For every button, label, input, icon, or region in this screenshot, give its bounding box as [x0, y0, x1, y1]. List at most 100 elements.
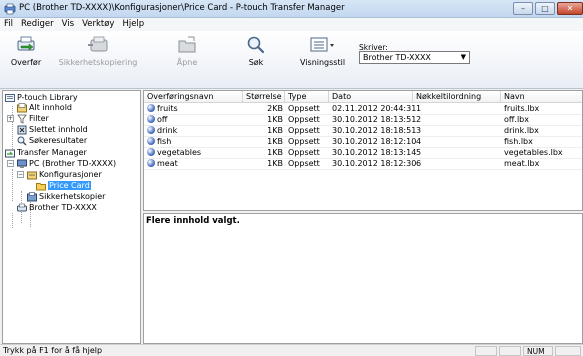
search-label: Søk	[248, 58, 264, 67]
deleted-content-icon	[17, 125, 27, 135]
filter-icon	[17, 114, 27, 124]
table-cell-text: meat	[157, 159, 178, 168]
layout-file-icon	[147, 126, 155, 134]
table-row[interactable]: meat 1KB Oppsett 30.10.2012 18:12:30 6 meat.l…	[144, 159, 582, 169]
table-cell: 1KB	[267, 148, 283, 157]
table-cell: 30.10.2012 18:13:51	[332, 115, 417, 124]
table-cell: fish.lbx	[504, 137, 533, 146]
ptouch-app-icon	[4, 3, 16, 15]
chevron-down-icon: ▼	[460, 53, 466, 61]
table-cell: Oppsett	[288, 104, 320, 113]
table-cell: 3	[416, 126, 422, 135]
printer-icon	[17, 203, 27, 213]
pc-icon	[17, 159, 27, 169]
table-cell: fish	[147, 137, 241, 146]
preview-message: Flere innhold valgt.	[146, 216, 240, 226]
menu-file[interactable]: Fil	[0, 18, 17, 29]
collapse-icon[interactable]: −	[17, 171, 24, 178]
table-cell: 30.10.2012 18:18:51	[332, 126, 417, 135]
menu-bar: Fil Rediger Vis Verktøy Hjelp	[0, 18, 583, 31]
table-cell-text: fruits	[157, 104, 178, 113]
table-cell: 5	[416, 148, 422, 157]
column-header-date[interactable]: Dato	[329, 91, 413, 103]
expand-icon[interactable]: +	[7, 115, 14, 122]
table-cell: 02.11.2012 20:44:31	[332, 104, 417, 113]
status-panel	[499, 346, 521, 356]
menu-tools[interactable]: Verktøy	[78, 18, 118, 29]
search-button[interactable]: Søk	[244, 35, 268, 67]
table-cell: Oppsett	[288, 148, 320, 157]
backup-button[interactable]: Sikkerhetskopiering	[52, 35, 144, 67]
table-cell: meat.lbx	[504, 159, 540, 168]
tree-connector	[12, 169, 13, 201]
tree-item-deleted[interactable]: Slettet innhold	[17, 124, 88, 135]
tree-item-all-content[interactable]: Alt innhold	[17, 102, 72, 113]
column-header-key-assignment[interactable]: Nøkkeltilordning	[413, 91, 501, 103]
tree-item-filter[interactable]: + Filter	[7, 113, 49, 124]
tree-connector	[12, 213, 13, 228]
table-cell: Oppsett	[288, 115, 320, 124]
table-cell-text: fish	[157, 137, 172, 146]
table-row[interactable]: drink 1KB Oppsett 30.10.2012 18:18:51 3 drink…	[144, 126, 582, 136]
tree-item-price-card[interactable]: Price Card	[36, 180, 91, 191]
maximize-icon: □	[541, 4, 549, 13]
search-icon	[247, 36, 265, 54]
table-cell: fruits	[147, 104, 241, 113]
transfer-icon	[17, 36, 35, 51]
folder-tree: P-touch Library Alt innhold + Filter Sle…	[2, 90, 141, 344]
maximize-button[interactable]: □	[535, 2, 555, 15]
library-icon	[5, 93, 15, 103]
view-style-button[interactable]: Visningsstil	[300, 35, 345, 67]
table-row[interactable]: fish 1KB Oppsett 30.10.2012 18:12:10 4 fish.l…	[144, 137, 582, 147]
transfer-manager-icon	[5, 148, 15, 158]
table-row[interactable]: fruits 2KB Oppsett 02.11.2012 20:44:31 1 frui…	[144, 104, 582, 114]
open-button[interactable]: Åpne	[172, 35, 202, 67]
table-cell: 30.10.2012 18:12:10	[332, 137, 417, 146]
folder-icon	[36, 181, 46, 191]
status-bar: Trykk på F1 for å få hjelp NUM	[0, 344, 583, 356]
tree-item-backups[interactable]: Sikkerhetskopier	[27, 191, 105, 202]
all-content-icon	[17, 102, 27, 113]
close-button[interactable]: ✕	[557, 2, 583, 15]
app-window: PC (Brother TD-XXXX)\Konfigurasjoner\Pri…	[0, 0, 583, 356]
table-cell: Oppsett	[288, 126, 320, 135]
menu-edit[interactable]: Rediger	[17, 18, 58, 29]
table-cell-text: drink	[157, 126, 178, 135]
layout-file-icon	[147, 115, 155, 123]
table-cell: Oppsett	[288, 159, 320, 168]
table-cell: 30.10.2012 18:13:14	[332, 148, 417, 157]
title-bar: PC (Brother TD-XXXX)\Konfigurasjoner\Pri…	[0, 0, 583, 18]
transfer-button[interactable]: Overfør	[6, 35, 46, 67]
column-header-size[interactable]: Størrelse	[243, 91, 285, 103]
transfer-label: Overfør	[10, 58, 42, 67]
table-cell: drink.lbx	[504, 126, 539, 135]
table-row[interactable]: off 1KB Oppsett 30.10.2012 18:13:51 2 off.lbx	[144, 115, 582, 125]
table-cell: drink	[147, 126, 241, 135]
status-help-text: Trykk på F1 for å få hjelp	[3, 346, 103, 355]
tree-item-transfer-manager[interactable]: Transfer Manager	[5, 147, 87, 158]
table-cell: 1KB	[267, 126, 283, 135]
menu-view[interactable]: Vis	[58, 18, 78, 29]
table-row[interactable]: vegetables 1KB Oppsett 30.10.2012 18:13:14 5…	[144, 148, 582, 158]
minimize-button[interactable]: –	[513, 2, 533, 15]
column-header-transfer-name[interactable]: Overføringsnavn	[144, 91, 243, 103]
search-results-icon	[17, 136, 27, 146]
column-header-name[interactable]: Navn	[501, 91, 582, 103]
tree-item-configurations[interactable]: − Konfigurasjoner	[17, 169, 102, 180]
table-cell: vegetables	[147, 148, 241, 157]
collapse-icon[interactable]: −	[7, 160, 14, 167]
view-style-icon	[310, 37, 334, 52]
window-title: PC (Brother TD-XXXX)\Konfigurasjoner\Pri…	[19, 3, 345, 13]
table-cell: 4	[416, 137, 422, 146]
layout-file-icon	[147, 148, 155, 156]
table-cell: 2	[416, 115, 422, 124]
printer-dropdown[interactable]: Brother TD-XXXX ▼	[359, 51, 470, 64]
column-header-type[interactable]: Type	[285, 91, 329, 103]
tree-item-search-results[interactable]: Søkeresultater	[17, 135, 87, 146]
tree-item-pc[interactable]: − PC (Brother TD-XXXX)	[7, 158, 116, 169]
layout-file-icon	[147, 137, 155, 145]
table-cell-text: vegetables	[157, 148, 202, 157]
menu-help[interactable]: Hjelp	[118, 18, 148, 29]
tree-item-printer[interactable]: Brother TD-XXXX	[17, 202, 97, 213]
close-icon: ✕	[566, 4, 574, 13]
